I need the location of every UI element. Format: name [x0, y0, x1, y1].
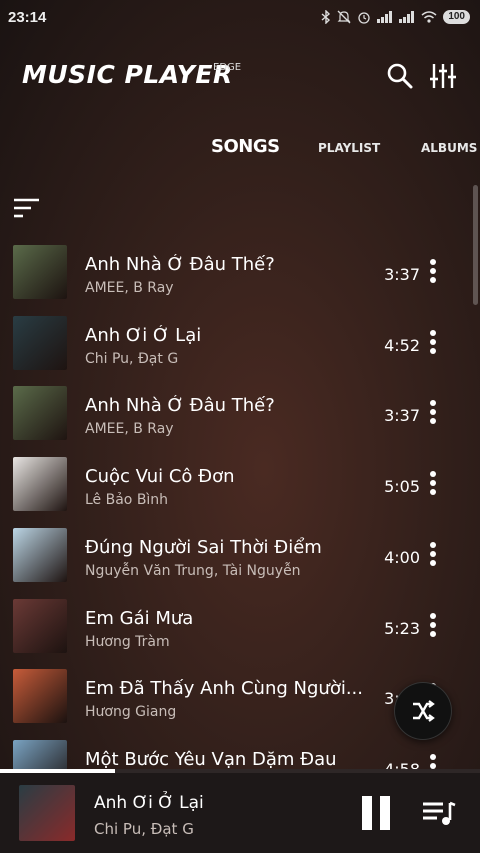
more-options-icon[interactable] — [426, 329, 440, 358]
album-art — [13, 386, 67, 441]
more-options-icon[interactable] — [426, 753, 440, 769]
song-row[interactable]: Anh Nhà Ở Đâu Thế? AMEE, B Ray 3:37 — [0, 237, 480, 307]
album-art — [13, 598, 67, 653]
pause-icon — [362, 796, 372, 830]
status-icons: 100 — [321, 10, 470, 24]
now-playing-album-art — [19, 785, 75, 841]
album-art — [13, 315, 67, 370]
song-title: Một Bước Yêu Vạn Dặm Đau — [85, 748, 337, 769]
song-artist: Hương Giang — [85, 704, 177, 721]
song-artist: Hương Tràm — [85, 633, 170, 650]
song-row[interactable]: Anh Ơi Ở Lại Chi Pu, Đạt G 4:52 — [0, 308, 480, 378]
now-playing-artist: Chi Pu, Đạt G — [94, 820, 194, 838]
song-duration: 5:05 — [384, 477, 420, 497]
song-artist: AMEE, B Ray — [85, 421, 174, 438]
app-edition: EDGE — [213, 62, 242, 73]
song-title: Anh Nhà Ở Đâu Thế? — [85, 395, 275, 417]
mute-icon — [337, 10, 351, 24]
more-options-icon[interactable] — [426, 541, 440, 570]
app-logo: MUSIC PLAYER — [22, 60, 233, 89]
song-row[interactable]: Cuộc Vui Cô Đơn Lê Bảo Bình 5:05 — [0, 449, 480, 519]
tab-bar: SONGS PLAYLIST ALBUMS — [0, 136, 480, 166]
song-duration: 4:58 — [384, 760, 420, 769]
equalizer-icon[interactable] — [429, 62, 457, 90]
song-row[interactable]: Đúng Người Sai Thời Điểm Nguyễn Văn Trung… — [0, 520, 480, 590]
song-title: Em Gái Mưa — [85, 607, 194, 629]
search-icon[interactable] — [386, 62, 414, 90]
song-duration: 5:23 — [384, 618, 420, 638]
song-artist: AMEE, B Ray — [85, 280, 174, 296]
sort-icon[interactable] — [13, 197, 41, 219]
more-options-icon[interactable] — [426, 400, 440, 428]
battery-icon: 100 — [443, 10, 470, 24]
song-artist: Lê Bảo Bình — [85, 492, 169, 509]
signal-icon — [377, 11, 393, 23]
song-duration: 4:00 — [384, 547, 420, 567]
more-options-icon[interactable] — [426, 612, 440, 641]
status-time: 23:14 — [8, 8, 47, 26]
playback-progress[interactable] — [0, 769, 480, 773]
song-title: Em Đã Thấy Anh Cùng Người... — [85, 678, 363, 700]
wifi-icon — [421, 11, 437, 23]
playback-progress-fill — [0, 769, 116, 773]
song-title: Anh Nhà Ở Đâu Thế? — [85, 254, 275, 275]
mini-player[interactable]: Anh Ơi Ở Lại Chi Pu, Đạt G — [0, 769, 480, 853]
tab-playlist[interactable]: PLAYLIST — [318, 141, 380, 155]
queue-icon[interactable] — [421, 799, 457, 827]
now-playing-title: Anh Ơi Ở Lại — [94, 793, 204, 813]
album-art — [13, 739, 67, 769]
shuffle-button[interactable] — [394, 682, 452, 740]
tab-songs[interactable]: SONGS — [211, 136, 280, 157]
song-artist: Chi Pu, Đạt G — [85, 350, 179, 367]
pause-button[interactable] — [360, 796, 392, 830]
status-bar: 23:14 100 — [0, 0, 480, 34]
album-art — [13, 669, 67, 724]
song-row[interactable]: Một Bước Yêu Vạn Dặm Đau 4:58 — [0, 732, 480, 769]
song-artist: Nguyễn Văn Trung, Tài Nguyễn — [85, 562, 301, 579]
song-duration: 3:37 — [384, 406, 420, 426]
song-row[interactable]: Em Gái Mưa Hương Tràm 5:23 — [0, 591, 480, 661]
song-duration: 4:52 — [384, 335, 420, 355]
tab-albums[interactable]: ALBUMS — [421, 141, 477, 155]
song-title: Đúng Người Sai Thời Điểm — [85, 536, 322, 558]
album-art — [13, 245, 67, 299]
album-art — [13, 457, 67, 512]
song-title: Anh Ơi Ở Lại — [85, 324, 202, 346]
song-title: Cuộc Vui Cô Đơn — [85, 466, 235, 488]
bluetooth-icon — [321, 10, 331, 24]
more-options-icon[interactable] — [426, 471, 440, 499]
more-options-icon[interactable] — [426, 259, 440, 287]
shuffle-icon — [413, 700, 435, 722]
app-header: MUSIC PLAYER EDGE — [0, 50, 480, 100]
album-art — [13, 527, 67, 582]
alarm-icon — [358, 12, 370, 24]
song-duration: 3:37 — [384, 265, 420, 284]
signal-icon — [399, 11, 415, 23]
song-row[interactable]: Anh Nhà Ở Đâu Thế? AMEE, B Ray 3:37 — [0, 378, 480, 448]
